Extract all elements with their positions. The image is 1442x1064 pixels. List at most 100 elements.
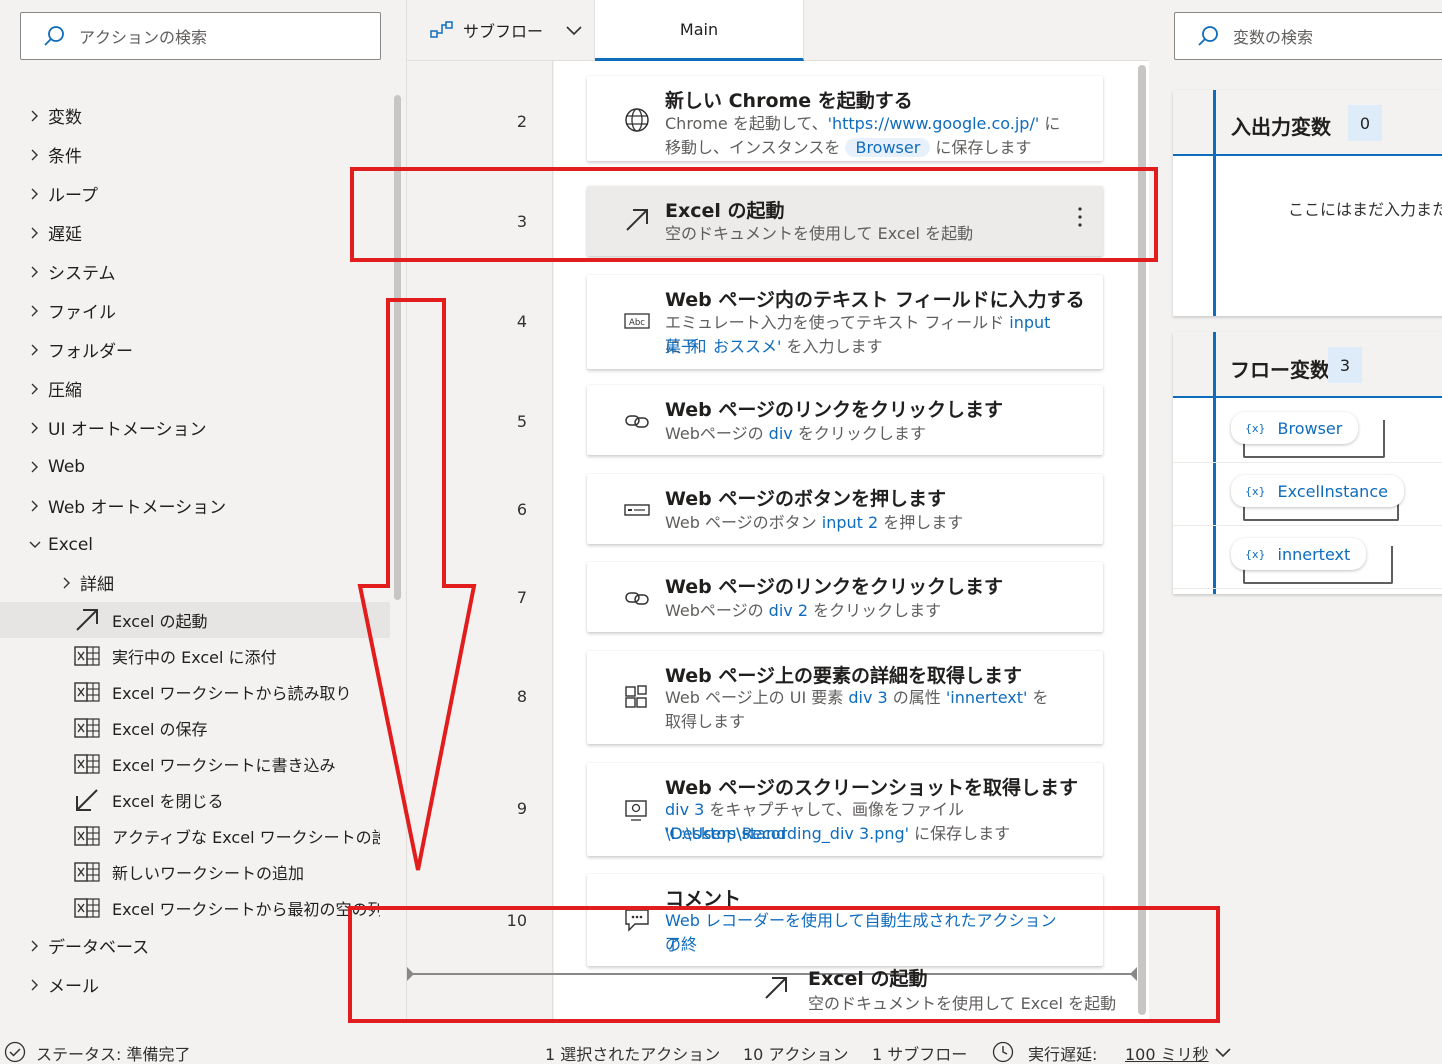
variable-link[interactable]: div 3 (665, 800, 704, 819)
flow-action-card[interactable]: Web ページのリンクをクリックします Webページの div をクリックします (587, 385, 1103, 455)
category-left_panel-categories-8-label[interactable]: UI オートメーション (0, 408, 390, 447)
annotation-box-source (350, 167, 1158, 262)
category-left_panel-categories-6-label[interactable]: フォルダー (0, 330, 390, 369)
chevron-down-icon (26, 541, 44, 549)
category-left_panel-categories-7-label[interactable]: 圧縮 (0, 369, 390, 408)
action-description: Web ページのボタン input 2 を押します (665, 511, 1065, 535)
category-left_panel-categories-5-label[interactable]: ファイル (0, 291, 390, 330)
flow-variable-row[interactable]: {x} Browser (1173, 400, 1442, 463)
chevron-right-icon (26, 940, 44, 952)
excel-icon (74, 680, 100, 704)
action-item[interactable]: アクティブな Excel ワークシートの設定 (0, 818, 390, 854)
variable-search-input[interactable]: 変数の検索 (1174, 12, 1442, 60)
action-description: Webページの div 2 をクリックします (665, 599, 1065, 623)
action-description-line2: 取得します (665, 710, 1065, 734)
category-left_panel-categories-11-label[interactable]: Excel (0, 525, 390, 564)
flow-action-card[interactable]: Web ページ上の要素の詳細を取得します Web ページ上の UI 要素 div … (587, 651, 1103, 744)
variable-link[interactable]: 菓子 おススメ' (665, 337, 781, 356)
flow-variable-row[interactable]: {x} innertext (1173, 526, 1442, 589)
variable-search-placeholder: 変数の検索 (1233, 28, 1314, 47)
subflow-count: 1 サブフロー (872, 1045, 968, 1064)
button-icon (623, 496, 651, 524)
category-label: 遅延 (48, 225, 82, 245)
action-item[interactable]: Excel ワークシートに書き込み (0, 746, 390, 782)
chevron-down-icon[interactable] (1214, 1046, 1232, 1058)
category-label: ループ (48, 186, 98, 206)
desc-text: に保存します (930, 138, 1032, 157)
desc-text: の属性 (887, 688, 946, 707)
category-left_panel-categories-2-label[interactable]: ループ (0, 174, 390, 213)
variable-link[interactable]: \Desktop\Recording_div 3.png' (665, 824, 909, 843)
subflow-label: サブフロー (463, 22, 544, 41)
search-icon (1198, 26, 1218, 46)
category-left_panel-excel_sub-label[interactable]: 詳細 (0, 563, 390, 602)
variable-link[interactable]: div 3 (848, 688, 887, 707)
action-item[interactable]: 実行中の Excel に添付 (0, 638, 390, 674)
delay-value[interactable]: 100 ミリ秒 (1125, 1041, 1209, 1064)
category-left_panel-categories-3-label[interactable]: 遅延 (0, 213, 390, 252)
variable-name: ExcelInstance (1277, 481, 1388, 501)
flow-action-card[interactable]: Web ページのリンクをクリックします Webページの div 2 をクリックしま… (587, 562, 1103, 632)
category-left_panel-categories-0-label[interactable]: 変数 (0, 96, 390, 135)
flow-action-card[interactable]: 新しい Chrome を起動する Chrome を起動して、'https://ww… (587, 76, 1103, 161)
variable-link[interactable]: 'https://www.google.co.jp/' (828, 114, 1040, 133)
action-title: 新しい Chrome を起動する (665, 90, 913, 112)
action-item-label: Excel ワークシートから読み取り (112, 684, 352, 703)
variable-chip[interactable]: {x} Browser (1231, 412, 1359, 444)
arrow-up-right-icon (74, 608, 100, 632)
category-left_panel-categories-4-label[interactable]: システム (0, 252, 390, 291)
action-item[interactable]: Excel の起動 (0, 602, 390, 638)
action-search-input[interactable]: アクションの検索 (20, 12, 381, 60)
flow-action-card[interactable]: Web ページのボタンを押します Web ページのボタン input 2 を押しま… (587, 474, 1103, 544)
chevron-down-icon (566, 26, 582, 36)
status-bar: ステータス: 準備完了 1 選択されたアクション 10 アクション 1 サブフロ… (0, 1036, 1442, 1064)
variable-link[interactable]: div 2 (769, 601, 808, 620)
action-item-label: 実行中の Excel に添付 (112, 648, 277, 667)
variable-pill[interactable]: Browser (845, 138, 931, 157)
variable-icon: {x} (1245, 547, 1266, 561)
annotation-box-target (348, 906, 1220, 1023)
category-left_panel-categories-10-label[interactable]: Web オートメーション (0, 486, 390, 525)
desc-text: を押します (878, 513, 964, 532)
flow-designer: サブフロー Main Excel の起動 空のドキュメントを使用して Excel… (406, 0, 1149, 1022)
action-item[interactable]: Excel ワークシートから最初の空の列… (0, 890, 390, 926)
category-label: UI オートメーション (48, 420, 207, 440)
category-left_panel-categories-1-label[interactable]: 条件 (0, 135, 390, 174)
category-left_panel-categories-9-label[interactable]: Web (0, 447, 390, 486)
variable-link[interactable]: input 2 (822, 513, 878, 532)
variable-link[interactable]: input (1009, 313, 1050, 332)
action-item[interactable]: Excel ワークシートから読み取り (0, 674, 390, 710)
variable-link[interactable]: 'innertext' (946, 688, 1028, 707)
category-left_panel-after_categories-1-label[interactable]: メール (0, 965, 390, 1004)
tab-main[interactable]: Main (595, 0, 804, 61)
element-icon (623, 683, 651, 711)
variable-name: innertext (1277, 544, 1351, 564)
flow-action-card[interactable]: Abc Web ページ内のテキスト フィールドに入力する エミュレート入力を使ってテ… (587, 275, 1103, 369)
flow-action-card[interactable]: Web ページのスクリーンショットを取得します div 3 をキャプチャして、画像… (587, 763, 1103, 856)
excel-icon (74, 824, 100, 848)
action-title: Web ページのボタンを押します (665, 488, 947, 510)
variable-link[interactable]: div (769, 424, 793, 443)
flow-variable-row[interactable]: {x} ExcelInstance (1173, 463, 1442, 526)
variable-icon: {x} (1245, 484, 1266, 498)
desc-text: を (1027, 688, 1049, 707)
excel-icon (74, 896, 100, 920)
category-left_panel-after_categories-0-label[interactable]: データベース (0, 926, 390, 965)
action-item-label: Excel の起動 (112, 612, 208, 631)
action-item[interactable]: 新しいワークシートの追加 (0, 854, 390, 890)
category-label: データベース (48, 938, 150, 958)
textbox-icon: Abc (623, 307, 651, 335)
variable-chip[interactable]: {x} ExcelInstance (1231, 475, 1404, 507)
action-title: Web ページ内のテキスト フィールドに入力する (665, 289, 1085, 311)
category-label: Web (48, 456, 86, 477)
variable-chip[interactable]: {x} innertext (1231, 538, 1367, 570)
flow-variables-title: フロー変数 (1230, 358, 1330, 382)
action-description: Web ページ上の UI 要素 div 3 の属性 'innertext' を (665, 686, 1065, 710)
action-item[interactable]: Excel を閉じる (0, 782, 390, 818)
chevron-right-icon (26, 110, 44, 122)
action-title: Web ページのスクリーンショットを取得します (665, 777, 1079, 799)
action-title: Web ページ上の要素の詳細を取得します (665, 665, 1023, 687)
subflow-dropdown[interactable]: サブフロー (407, 0, 595, 60)
chevron-right-icon (26, 979, 44, 991)
action-item[interactable]: Excel の保存 (0, 710, 390, 746)
